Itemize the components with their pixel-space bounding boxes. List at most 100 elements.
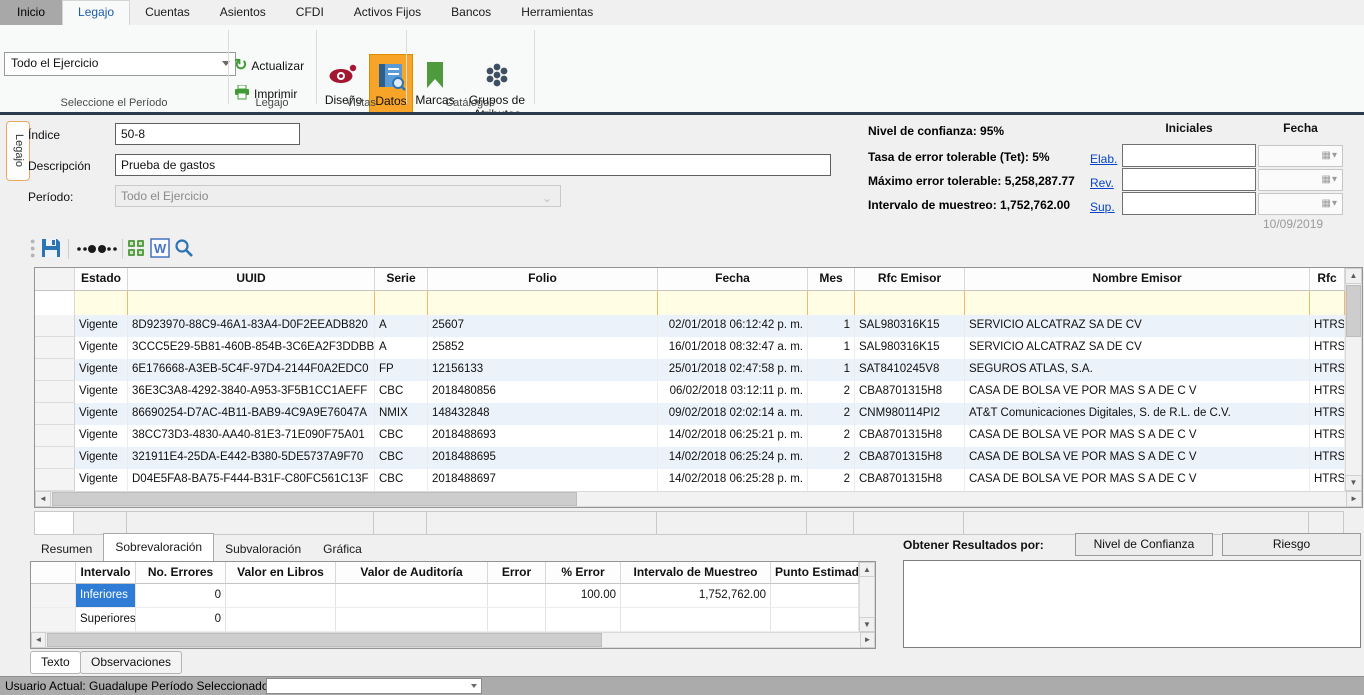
scroll-left-arrow[interactable]: ◄ xyxy=(31,632,46,648)
tab-observaciones[interactable]: Observaciones xyxy=(80,651,182,674)
cell[interactable] xyxy=(621,608,771,632)
table-row[interactable]: Vigente86690254-D7AC-4B11-BAB9-4C9A9E760… xyxy=(35,403,1345,425)
cell[interactable]: 0 xyxy=(136,584,226,608)
column-header[interactable]: Error xyxy=(488,562,546,584)
hscroll-thumb[interactable] xyxy=(47,633,602,647)
cell[interactable]: 25607 xyxy=(428,315,658,337)
cell[interactable]: AT&T Comunicaciones Digitales, S. de R.L… xyxy=(965,403,1310,425)
cell[interactable]: Vigente xyxy=(75,359,128,381)
tab-resumen[interactable]: Resumen xyxy=(30,538,103,561)
cell[interactable]: 25/01/2018 02:47:58 p. m. xyxy=(658,359,808,381)
iniciales-elab-input[interactable] xyxy=(1122,144,1256,167)
vscroll-thumb[interactable] xyxy=(1346,285,1361,337)
cell[interactable]: 2018488693 xyxy=(428,425,658,447)
cell[interactable] xyxy=(226,584,336,608)
filter-cell[interactable] xyxy=(658,291,808,315)
cell[interactable]: SERVICIO ALCATRAZ SA DE CV xyxy=(965,315,1310,337)
cell[interactable] xyxy=(226,608,336,632)
cell[interactable]: 321911E4-25DA-E442-B380-5DE5737A9F70 xyxy=(128,447,375,469)
cell[interactable]: 1 xyxy=(808,359,855,381)
table-row[interactable]: Inferiores0100.001,752,762.00 xyxy=(31,584,859,608)
row-header[interactable] xyxy=(35,425,75,447)
scroll-down-arrow[interactable]: ▼ xyxy=(1345,475,1362,491)
column-header[interactable]: Valor en Libros xyxy=(226,562,336,584)
filter-cell[interactable] xyxy=(375,291,428,315)
results-output-box[interactable] xyxy=(903,560,1361,648)
cell[interactable] xyxy=(336,608,488,632)
filter-row-header[interactable] xyxy=(35,291,75,315)
cell[interactable]: HTRS xyxy=(1310,469,1345,491)
cell[interactable]: CBC xyxy=(375,469,428,491)
cell[interactable] xyxy=(336,584,488,608)
cell[interactable]: Vigente xyxy=(75,315,128,337)
scroll-up-arrow[interactable]: ▲ xyxy=(859,562,875,577)
tab-bancos[interactable]: Bancos xyxy=(436,0,506,25)
table-row[interactable]: Vigente6E176668-A3EB-5C4F-97D4-2144F0A2E… xyxy=(35,359,1345,381)
tab-cuentas[interactable]: Cuentas xyxy=(130,0,205,25)
cell[interactable]: CBA8701315H8 xyxy=(855,381,965,403)
tab-inicio[interactable]: Inicio xyxy=(0,0,62,25)
row-header[interactable] xyxy=(35,315,75,337)
status-period-combo[interactable] xyxy=(266,678,482,694)
filter-cell[interactable] xyxy=(965,291,1310,315)
cell[interactable]: 0 xyxy=(136,608,226,632)
cell[interactable]: 02/01/2018 06:12:42 p. m. xyxy=(658,315,808,337)
cell[interactable]: Vigente xyxy=(75,425,128,447)
table-row[interactable]: Vigente321911E4-25DA-E442-B380-5DE5737A9… xyxy=(35,447,1345,469)
column-header[interactable]: UUID xyxy=(128,268,375,291)
scroll-up-arrow[interactable]: ▲ xyxy=(1345,268,1362,284)
cell[interactable]: SEGUROS ATLAS, S.A. xyxy=(965,359,1310,381)
row-header-corner[interactable] xyxy=(31,562,76,584)
cell[interactable]: 14/02/2018 06:25:21 p. m. xyxy=(658,425,808,447)
save-icon[interactable] xyxy=(40,237,62,264)
column-header[interactable]: Valor de Auditoría xyxy=(336,562,488,584)
cell[interactable]: SAL980316K15 xyxy=(855,315,965,337)
search-icon[interactable] xyxy=(174,238,194,263)
cell[interactable]: CBA8701315H8 xyxy=(855,425,965,447)
row-header[interactable] xyxy=(35,403,75,425)
cell[interactable]: D04E5FA8-BA75-F444-B31F-C80FC561C13F xyxy=(128,469,375,491)
descripcion-input[interactable]: Prueba de gastos xyxy=(115,154,831,176)
cell[interactable]: 2 xyxy=(808,447,855,469)
cell[interactable]: CASA DE BOLSA VE POR MAS S A DE C V xyxy=(965,447,1310,469)
tab-subvaloracion[interactable]: Subvaloración xyxy=(214,538,312,561)
cell[interactable]: SAL980316K15 xyxy=(855,337,965,359)
iniciales-sup-input[interactable] xyxy=(1122,192,1256,215)
elab-link[interactable]: Elab. xyxy=(1090,152,1117,166)
cell[interactable] xyxy=(546,608,621,632)
cell[interactable]: HTRS xyxy=(1310,359,1345,381)
column-header[interactable]: Intervalo de Muestreo xyxy=(621,562,771,584)
cell[interactable]: Superiores xyxy=(76,608,136,632)
column-header[interactable]: % Error xyxy=(546,562,621,584)
cell[interactable]: 1 xyxy=(808,315,855,337)
filter-cell[interactable] xyxy=(1310,291,1345,315)
export-grid-icon[interactable] xyxy=(128,240,145,262)
cell[interactable]: Vigente xyxy=(75,403,128,425)
field-chooser-icon[interactable] xyxy=(76,242,118,260)
column-header[interactable]: Nombre Emisor xyxy=(965,268,1310,291)
filter-cell[interactable] xyxy=(855,291,965,315)
cell[interactable]: 148432848 xyxy=(428,403,658,425)
cell[interactable]: 8D923970-88C9-46A1-83A4-D0F2EEADB820 xyxy=(128,315,375,337)
row-header[interactable] xyxy=(35,381,75,403)
filter-cell[interactable] xyxy=(428,291,658,315)
sup-link[interactable]: Sup. xyxy=(1090,200,1115,214)
filter-cell[interactable] xyxy=(128,291,375,315)
iniciales-rev-input[interactable] xyxy=(1122,168,1256,191)
cell[interactable]: Vigente xyxy=(75,337,128,359)
cell[interactable]: 25852 xyxy=(428,337,658,359)
cell[interactable]: 16/01/2018 08:32:47 a. m. xyxy=(658,337,808,359)
cell[interactable]: 38CC73D3-4830-AA40-81E3-71E090F75A01 xyxy=(128,425,375,447)
scroll-right-arrow[interactable]: ► xyxy=(1346,491,1362,507)
cell[interactable]: 1 xyxy=(808,337,855,359)
fecha-sup-picker[interactable]: ▦▾ 10/09/2019 xyxy=(1258,193,1343,215)
tab-legajo[interactable]: Legajo xyxy=(62,0,130,25)
tab-herramientas[interactable]: Herramientas xyxy=(506,0,608,25)
row-header[interactable] xyxy=(35,337,75,359)
word-export-icon[interactable]: W xyxy=(150,238,170,263)
cell[interactable]: CBC xyxy=(375,447,428,469)
tab-sobrevaloracion[interactable]: Sobrevaloración xyxy=(103,533,214,561)
cell[interactable]: HTRS xyxy=(1310,425,1345,447)
column-header[interactable]: Punto Estimado xyxy=(771,562,859,584)
cell[interactable]: 3CCC5E29-5B81-460B-854B-3C6EA2F3DDBB xyxy=(128,337,375,359)
